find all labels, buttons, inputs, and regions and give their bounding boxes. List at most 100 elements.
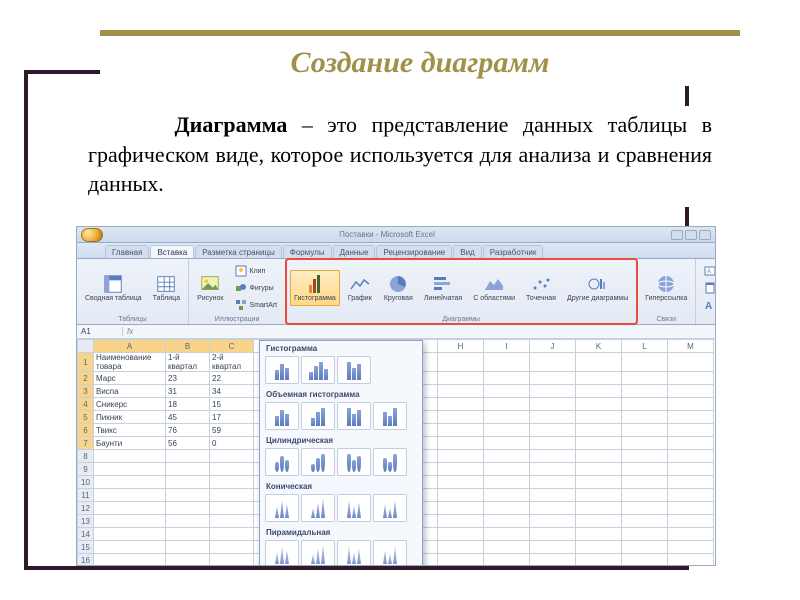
name-box[interactable]: A1 — [77, 327, 123, 336]
shapes-button[interactable]: Фигуры — [231, 280, 282, 296]
ribbon: Сводная таблица Таблица Таблицы Рисунок … — [77, 259, 715, 325]
gallery-item[interactable] — [337, 540, 371, 565]
histogram-label: Гистограмма — [294, 295, 336, 302]
gallery-item[interactable] — [337, 356, 371, 384]
slide-accent-bar — [100, 30, 740, 36]
tab-insert[interactable]: Вставка — [150, 245, 194, 258]
headerfooter-button[interactable]: Колонтитулы — [700, 280, 716, 296]
gallery-item[interactable] — [265, 402, 299, 430]
minimize-button[interactable] — [671, 230, 683, 240]
area-chart-button[interactable]: С областями — [469, 270, 519, 305]
gallery-section-title: Пирамидальная — [260, 525, 422, 539]
definition-indent — [88, 112, 175, 137]
gallery-item[interactable] — [373, 494, 407, 522]
gallery-item[interactable] — [301, 540, 335, 565]
chart-gallery-dropdown: Гистограмма Объемная гистограмма Цилиндр… — [259, 340, 423, 565]
tab-review[interactable]: Рецензирование — [376, 245, 452, 258]
line-chart-button[interactable]: График — [343, 270, 377, 305]
tab-formulas[interactable]: Формулы — [283, 245, 332, 258]
col-header-H[interactable]: H — [438, 340, 484, 353]
hyperlink-icon — [655, 273, 677, 295]
gallery-item[interactable] — [373, 448, 407, 476]
scatter-chart-label: Точечная — [526, 295, 556, 302]
tab-home[interactable]: Главная — [105, 245, 149, 258]
hyperlink-label: Гиперссылка — [645, 295, 687, 302]
tab-developer[interactable]: Разработчик — [483, 245, 544, 258]
pivot-table-button[interactable]: Сводная таблица — [81, 270, 146, 305]
ribbon-group-charts-label: Диаграммы — [290, 315, 632, 324]
definition-term: Диаграмма — [175, 112, 288, 137]
gallery-item[interactable] — [301, 494, 335, 522]
gallery-item[interactable] — [265, 540, 299, 565]
ribbon-group-links-label: Связи — [641, 315, 691, 324]
histogram-button[interactable]: Гистограмма — [290, 270, 340, 305]
gallery-item[interactable] — [265, 494, 299, 522]
close-button[interactable] — [699, 230, 711, 240]
pie-chart-button[interactable]: Круговая — [380, 270, 417, 305]
window-caption: Поставки - Microsoft Excel — [103, 230, 671, 239]
other-charts-button[interactable]: Другие диаграммы — [563, 270, 632, 305]
tab-view[interactable]: Вид — [453, 245, 481, 258]
gallery-item[interactable] — [301, 448, 335, 476]
other-charts-label: Другие диаграммы — [567, 295, 628, 302]
table-button[interactable]: Таблица — [149, 270, 184, 305]
pivot-table-icon — [102, 273, 124, 295]
formula-bar: A1 fx — [77, 325, 715, 339]
slide-definition: Диаграмма – это представление данных таб… — [80, 106, 720, 207]
ribbon-group-charts: Гистограмма График Круговая Линейчатая С… — [286, 259, 637, 324]
other-charts-icon — [587, 273, 609, 295]
shapes-label: Фигуры — [250, 285, 274, 292]
pivot-table-label: Сводная таблица — [85, 295, 142, 302]
col-header-B[interactable]: B — [166, 340, 210, 353]
shapes-icon — [235, 282, 247, 294]
smartart-label: SmartArt — [250, 302, 278, 309]
scatter-chart-button[interactable]: Точечная — [522, 270, 560, 305]
ribbon-group-tables: Сводная таблица Таблица Таблицы — [77, 259, 189, 324]
gallery-item[interactable] — [337, 402, 371, 430]
smartart-button[interactable]: SmartArt — [231, 297, 282, 313]
col-header-J[interactable]: J — [530, 340, 576, 353]
tab-page-layout[interactable]: Разметка страницы — [195, 245, 282, 258]
gallery-item[interactable] — [265, 356, 299, 384]
pie-chart-label: Круговая — [384, 295, 413, 302]
gallery-item[interactable] — [337, 494, 371, 522]
smartart-icon — [235, 299, 247, 311]
area-chart-icon — [483, 273, 505, 295]
select-all-corner[interactable] — [78, 340, 94, 353]
line-chart-icon — [349, 273, 371, 295]
gallery-item[interactable] — [265, 448, 299, 476]
bar-chart-icon — [432, 273, 454, 295]
clip-button[interactable]: Клип — [231, 263, 282, 279]
textbox-button[interactable]: AНадпись — [700, 263, 716, 279]
ribbon-tabs: Главная Вставка Разметка страницы Формул… — [77, 243, 715, 259]
col-header-I[interactable]: I — [484, 340, 530, 353]
wordart-button[interactable]: AWordArt — [700, 297, 716, 313]
headerfooter-icon — [704, 282, 716, 294]
maximize-button[interactable] — [685, 230, 697, 240]
col-header-C[interactable]: C — [210, 340, 254, 353]
ribbon-group-text-label: Текст — [700, 315, 716, 324]
col-header-L[interactable]: L — [622, 340, 668, 353]
gallery-item[interactable] — [373, 540, 407, 565]
gallery-item[interactable] — [373, 402, 407, 430]
svg-text:A: A — [705, 301, 712, 311]
gallery-section-title: Объемная гистограмма — [260, 387, 422, 401]
area-chart-label: С областями — [473, 295, 515, 302]
gallery-item[interactable] — [301, 402, 335, 430]
line-chart-label: График — [348, 295, 372, 302]
gallery-item[interactable] — [337, 448, 371, 476]
table-icon — [155, 273, 177, 295]
col-header-K[interactable]: K — [576, 340, 622, 353]
col-header-A[interactable]: A — [94, 340, 166, 353]
ribbon-group-tables-label: Таблицы — [81, 315, 184, 324]
col-header-M[interactable]: M — [668, 340, 714, 353]
bar-chart-button[interactable]: Линейчатая — [420, 270, 466, 305]
tab-data[interactable]: Данные — [333, 245, 376, 258]
ribbon-group-illustrations-label: Иллюстрации — [193, 315, 281, 324]
gallery-item[interactable] — [301, 356, 335, 384]
clip-icon — [235, 265, 247, 277]
office-button[interactable] — [81, 228, 103, 242]
picture-button[interactable]: Рисунок — [193, 270, 227, 305]
hyperlink-button[interactable]: Гиперссылка — [641, 270, 691, 305]
svg-text:A: A — [707, 269, 711, 275]
